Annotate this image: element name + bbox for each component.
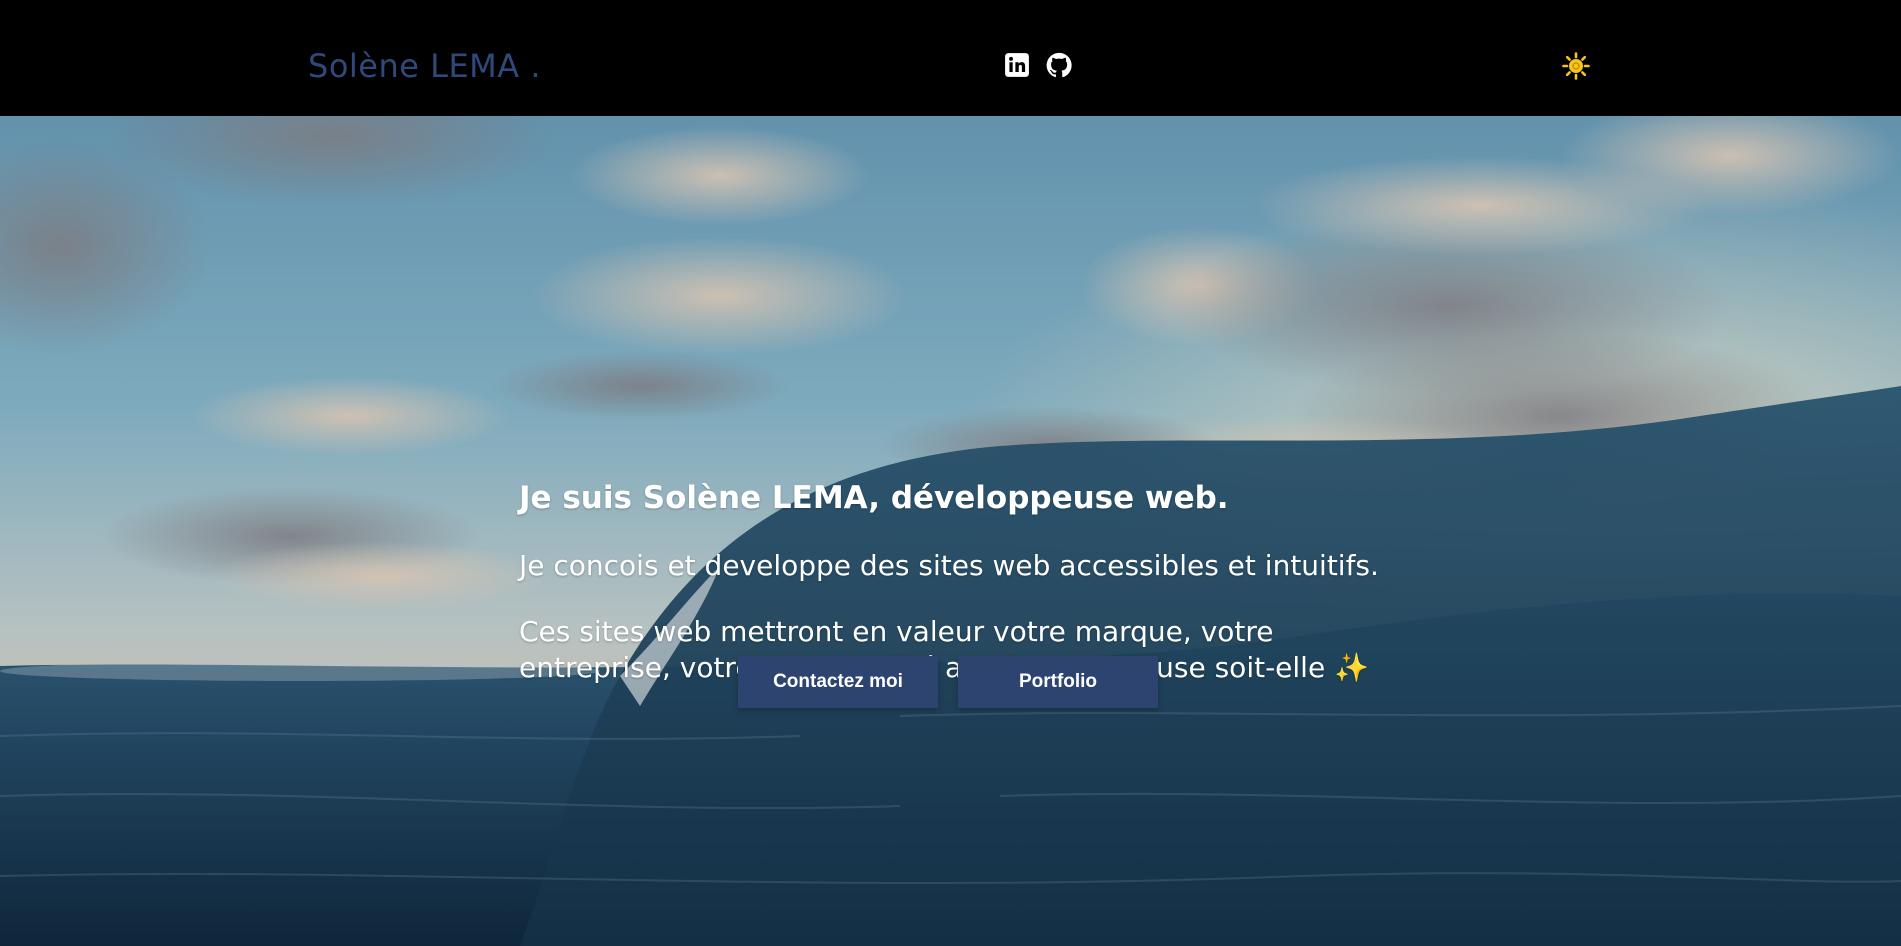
hero-cta-buttons: Contactez moi Portfolio bbox=[738, 656, 1158, 708]
theme-toggle-button[interactable] bbox=[1562, 52, 1590, 80]
contact-button[interactable]: Contactez moi bbox=[738, 656, 938, 708]
linkedin-icon bbox=[1004, 52, 1030, 78]
social-links bbox=[1004, 52, 1072, 78]
portfolio-button[interactable]: Portfolio bbox=[958, 656, 1158, 708]
hero-title: Je suis Solène LEMA, développeuse web. bbox=[519, 480, 1229, 516]
linkedin-link[interactable] bbox=[1004, 52, 1030, 78]
github-link[interactable] bbox=[1046, 52, 1072, 78]
sparkles-icon: ✨ bbox=[1334, 651, 1369, 684]
hero-section: Je suis Solène LEMA, développeuse web. J… bbox=[0, 116, 1901, 946]
sun-icon bbox=[1562, 52, 1590, 80]
brand-logo[interactable]: Solène LEMA . bbox=[308, 46, 541, 86]
hero-paragraph-1: Je concois et developpe des sites web ac… bbox=[519, 549, 1379, 582]
github-icon bbox=[1046, 52, 1072, 78]
page: Solène LEMA . Je suis Solène LEMA, dével… bbox=[0, 0, 1901, 946]
site-header: Solène LEMA . bbox=[0, 0, 1901, 116]
